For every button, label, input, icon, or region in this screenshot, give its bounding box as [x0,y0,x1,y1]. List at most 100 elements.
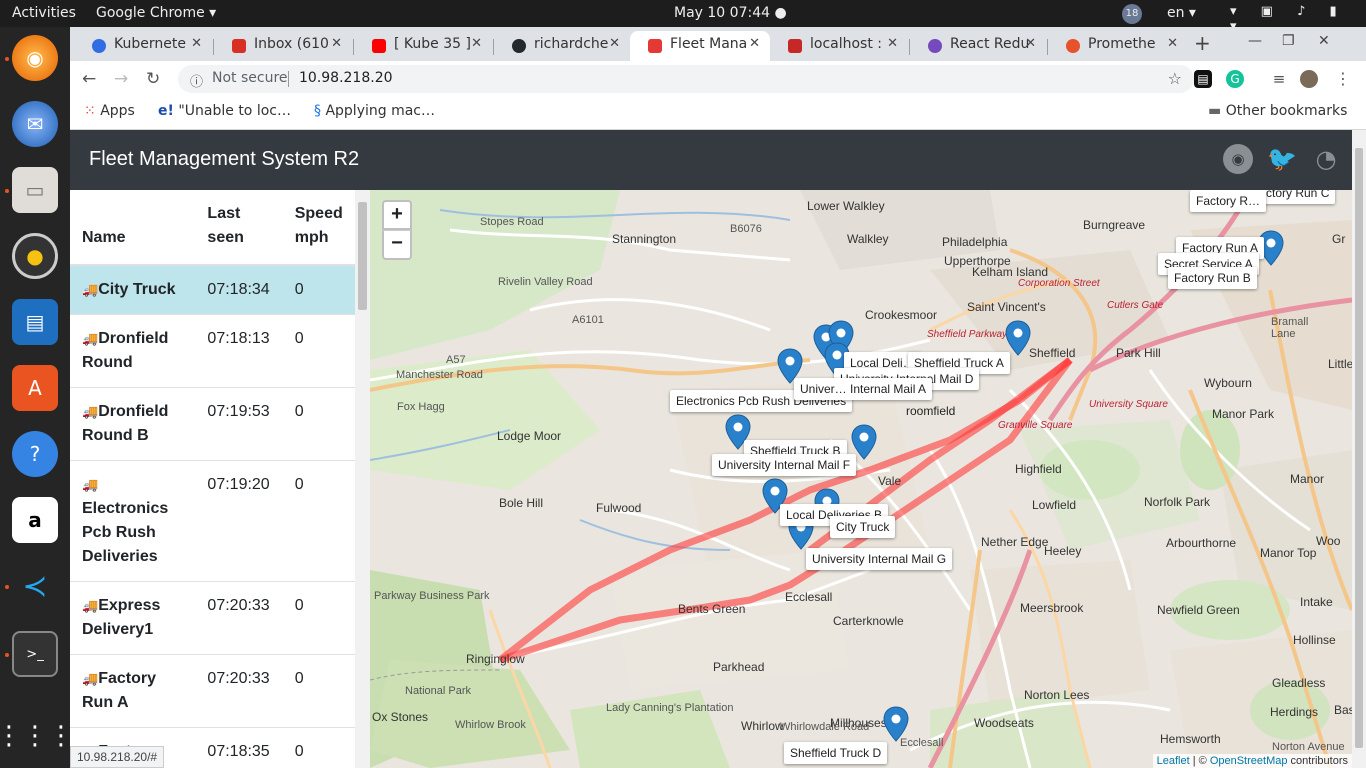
page-scrollbar[interactable] [1352,130,1366,768]
show-applications-icon[interactable]: ⋮⋮⋮ [0,713,74,759]
grammarly-icon[interactable]: G [1226,70,1244,88]
apps-bookmark[interactable]: ⁙ Apps [84,103,135,119]
maximize-button[interactable]: ❐ [1282,33,1295,49]
map-place-label: Bents Green [678,602,746,616]
table-row[interactable]: 🚚City Truck 07:18:34 0 [70,264,355,315]
tab-react-redux[interactable]: React Redu ✕ [910,31,1046,61]
close-icon[interactable]: ✕ [471,36,482,51]
vehicle-popup[interactable]: Factory R… [1190,190,1267,212]
help-icon[interactable]: ? [12,431,58,477]
vehicle-popup[interactable]: Factory Run B [1168,267,1257,289]
vehicle-popup[interactable]: roomfield [900,400,961,422]
new-tab-button[interactable]: + [1194,31,1211,55]
column-header-speed[interactable]: Speed mph [282,190,355,266]
software-center-icon[interactable]: A [12,365,58,411]
bookmark-star-icon[interactable]: ☆ [1168,69,1182,88]
osm-link[interactable]: OpenStreetMap [1210,755,1288,767]
page-scrollbar-thumb[interactable] [1355,148,1363,748]
map-view[interactable]: Lower Walkley Walkley Burngreave Stanningto… [370,190,1352,768]
map-place-label: Intake [1300,595,1333,609]
app-menu[interactable]: Google Chrome ▾ [96,5,216,21]
tab-prometheus[interactable]: Promethe ✕ [1048,31,1188,61]
tab-fleet-management[interactable]: Fleet Mana ✕ [630,31,770,61]
vehicle-marker[interactable] [1005,320,1031,356]
speed-cell: 0 [282,727,355,768]
vehicle-name-cell[interactable]: 🚚 Electronics Pcb Rush Deliveries [70,460,196,582]
bookmark-applying-mac[interactable]: § Applying mac… [314,103,435,119]
leaflet-link[interactable]: Leaflet [1157,755,1190,767]
files-icon[interactable]: ▭ [12,167,58,213]
reload-icon[interactable]: ↻ [146,69,160,89]
truck-icon: 🚚 [82,331,99,346]
close-icon[interactable]: ✕ [1025,36,1036,51]
rhythmbox-icon[interactable]: ● [12,233,58,279]
close-icon[interactable]: ✕ [749,36,760,51]
table-row[interactable]: 🚚Factory Run A 07:20:33 0 [70,654,355,728]
github-icon[interactable]: ◉ [1223,144,1253,174]
map-place-label: Fulwood [596,501,642,515]
notification-badge[interactable]: 18 [1122,4,1142,24]
tab-github[interactable]: richardche ✕ [494,31,630,61]
column-header-last-seen[interactable]: Last seen [195,190,283,266]
map-place-label: Newfield Green [1157,603,1240,617]
zoom-out-button[interactable]: − [382,230,412,260]
map-place-label: Woodseats [974,716,1034,730]
vehicle-marker[interactable] [883,706,909,742]
other-bookmarks[interactable]: ▬ Other bookmarks [1208,103,1347,119]
tab-inbox[interactable]: Inbox (610 ✕ [214,31,352,61]
clock[interactable]: May 10 07:44 ● [674,5,787,21]
scrollbar-thumb[interactable] [358,202,367,310]
close-window-button[interactable]: ✕ [1318,33,1330,49]
url-text[interactable]: 10.98.218.20 [299,70,393,86]
address-bar[interactable]: ⓘ Not secure 10.98.218.20 ☆ [178,65,1194,93]
vehicle-popup[interactable]: Sheffield Truck D [784,742,888,764]
forward-icon[interactable]: → [114,69,128,89]
twitter-icon[interactable]: 🐦 [1267,144,1297,174]
vehicle-name: Electronics Pcb Rush Deliveries [82,500,169,565]
info-icon[interactable]: ⓘ [190,71,203,90]
vehicle-name-cell[interactable]: 🚚Express Delivery1 [70,581,196,655]
close-icon[interactable]: ✕ [191,36,202,51]
vehicle-name-cell[interactable]: 🚚City Truck [70,264,196,315]
menu-icon[interactable]: ⋮ [1334,70,1352,88]
vehicle-popup[interactable]: University Internal Mail G [806,548,953,570]
map-road-label: A57 [446,354,466,366]
vehicle-name-cell[interactable]: 🚚Factory Run A [70,654,196,728]
vehicle-name-cell[interactable]: 🚚Dronfield Round B [70,387,196,461]
close-icon[interactable]: ✕ [887,36,898,51]
table-row[interactable]: 🚚 Electronics Pcb Rush Deliveries 07:19:20… [70,460,355,582]
activities-button[interactable]: Activities [12,5,76,21]
close-icon[interactable]: ✕ [609,36,620,51]
tab-youtube[interactable]: [ Kube 35 ] ✕ [354,31,492,61]
vscode-icon[interactable]: ≺ [12,563,58,609]
vehicle-popup[interactable]: City Truck [830,516,896,538]
app-title[interactable]: Fleet Management System R2 [89,148,359,171]
bookmark-unable-to-locate[interactable]: e! "Unable to loc… [158,103,291,119]
close-icon[interactable]: ✕ [1167,36,1178,51]
thunderbird-icon[interactable]: ✉ [12,101,58,147]
terminal-icon[interactable]: >_ [12,631,58,677]
rss-icon[interactable]: ◔ [1311,144,1341,174]
media-controls-icon[interactable]: ≡ [1270,70,1288,88]
minimize-button[interactable]: — [1248,33,1262,49]
divider [288,71,289,87]
table-row[interactable]: 🚚Express Delivery1 07:20:33 0 [70,581,355,655]
firefox-icon[interactable]: ◉ [12,35,58,81]
zoom-in-button[interactable]: + [382,200,412,230]
map-place-label: Walkley [847,232,889,246]
tab-localhost[interactable]: localhost : ✕ [770,31,908,61]
impress-icon[interactable]: ▤ [12,299,58,345]
back-icon[interactable]: ← [82,69,96,89]
clapperboard-extension-icon[interactable]: ▤ [1194,70,1212,88]
table-row[interactable]: 🚚Dronfield Round 07:18:13 0 [70,314,355,388]
close-icon[interactable]: ✕ [331,36,342,51]
vehicle-popup[interactable]: University Internal Mail F [712,454,857,476]
tab-kubernetes[interactable]: Kubernete ✕ [74,31,212,61]
table-row[interactable]: 🚚Dronfield Round B 07:19:53 0 [70,387,355,461]
column-header-name[interactable]: Name [70,190,196,266]
vehicle-name-cell[interactable]: 🚚Dronfield Round [70,314,196,388]
amazon-icon[interactable]: a [12,497,58,543]
language-selector[interactable]: en ▾ [1167,5,1196,21]
profile-avatar[interactable] [1300,70,1318,88]
vehicle-popup[interactable]: Univer… Internal Mail A [794,378,933,400]
